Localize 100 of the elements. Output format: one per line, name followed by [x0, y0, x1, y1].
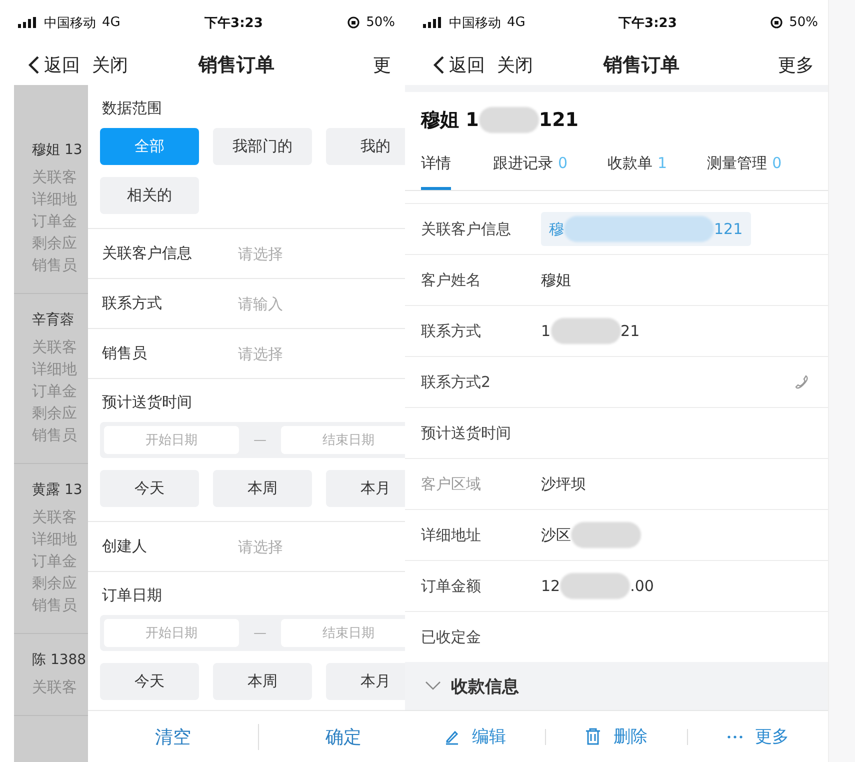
field-label: 订单金额 — [421, 576, 482, 596]
field-label: 关联客户信息 — [102, 244, 193, 263]
order-field: 订单金 — [32, 382, 88, 401]
order-field: 销售员 — [32, 596, 88, 615]
quick-date-button[interactable]: 本周 — [213, 663, 312, 700]
close-button[interactable]: 关闭 — [92, 53, 128, 77]
redaction-blur — [560, 573, 630, 599]
back-button[interactable]: 返回 — [28, 53, 80, 77]
tab[interactable]: 收款单 1 — [608, 136, 668, 190]
field-label: 联系方式2 — [421, 372, 492, 392]
section-header[interactable]: 收款信息 — [405, 662, 828, 710]
quick-date-button[interactable]: 今天 — [100, 470, 199, 507]
order-field: 关联客 — [32, 508, 88, 527]
back-chevron-icon — [28, 55, 40, 75]
carrier-name: 中国移动 — [44, 14, 96, 32]
order-field: 详细地 — [32, 360, 88, 379]
close-button[interactable]: 关闭 — [497, 53, 533, 77]
order-title: 陈 1388 — [32, 651, 88, 669]
start-date-field[interactable]: 开始日期 — [104, 426, 239, 454]
section-label: 订单日期 — [101, 585, 163, 606]
quick-date-button[interactable]: 本周 — [213, 470, 312, 507]
filter-chip[interactable]: 我的 — [326, 128, 405, 165]
order-field: 关联客 — [32, 338, 88, 357]
quick-date-button[interactable]: 今天 — [100, 663, 199, 700]
record-title: 穆姐 1 — [421, 108, 479, 133]
delete-button[interactable]: 删除 — [546, 724, 687, 749]
carrier-name: 中国移动 — [449, 14, 501, 32]
order-field: 剩余应 — [32, 234, 88, 253]
field-value: 穆姐 — [541, 270, 571, 290]
field-value: 121 — [714, 220, 743, 238]
clear-button[interactable]: 清空 — [88, 724, 258, 750]
order-field: 详细地 — [32, 530, 88, 549]
more-button[interactable]: 更多 — [778, 53, 814, 77]
order-title: 辛育蓉 — [32, 311, 75, 329]
order-field: 销售员 — [32, 426, 88, 445]
range-dash: — — [252, 432, 268, 448]
order-field: 订单金 — [32, 212, 88, 231]
field-label: 关联客户信息 — [421, 220, 512, 238]
order-field: 关联客 — [32, 678, 88, 697]
tab[interactable]: 测量管理 0 — [707, 136, 782, 190]
network-type: 4G — [102, 15, 120, 30]
ellipsis-icon — [726, 734, 743, 738]
field-value: 12 — [541, 577, 560, 595]
status-time: 下午3:23 — [618, 14, 678, 32]
signal-icon — [18, 17, 38, 28]
field-value: 1 — [541, 322, 551, 340]
field-label: 联系方式 — [102, 294, 163, 313]
battery-percent: 50% — [366, 15, 395, 30]
field-label: 预计送货时间 — [421, 424, 512, 442]
field-label: 已收定金 — [421, 628, 482, 646]
battery-percent: 50% — [789, 15, 818, 30]
tab[interactable]: 详情 — [421, 136, 451, 190]
field-value: 21 — [620, 322, 640, 340]
quick-date-button[interactable]: 本月 — [326, 470, 405, 507]
order-field: 销售员 — [32, 256, 88, 275]
phone-icon[interactable] — [794, 374, 810, 390]
more-button[interactable]: 更 — [373, 53, 391, 77]
signal-icon — [423, 17, 443, 28]
quick-date-button[interactable]: 本月 — [326, 663, 405, 700]
chevron-icon — [425, 681, 441, 691]
field-value: 沙区 — [541, 526, 571, 544]
order-title: 黄露 13 — [32, 481, 84, 499]
field-label: 客户姓名 — [421, 270, 482, 290]
orientation-lock-icon — [770, 16, 784, 29]
start-date-field[interactable]: 开始日期 — [104, 619, 239, 647]
order-field: 剩余应 — [32, 404, 88, 423]
edit-button[interactable]: 编辑 — [405, 724, 546, 749]
status-time: 下午3:23 — [204, 14, 264, 32]
record-title: 121 — [538, 109, 579, 131]
redaction-blur — [571, 522, 641, 548]
back-button[interactable]: 返回 — [433, 53, 485, 77]
field-value: 穆 — [549, 220, 564, 238]
field-label: 联系方式 — [421, 322, 482, 340]
page-title: 销售订单 — [602, 53, 680, 78]
redaction-blur — [550, 318, 621, 344]
confirm-button[interactable]: 确定 — [258, 724, 405, 750]
field-label: 创建人 — [102, 537, 148, 556]
field-value: 沙坪坝 — [541, 474, 586, 494]
order-title: 穆姐 13 — [32, 141, 84, 159]
pencil-icon — [444, 728, 460, 744]
tab[interactable]: 跟进记录 0 — [493, 136, 568, 190]
more-button[interactable]: 更多 — [688, 724, 828, 749]
order-field: 订单金 — [32, 552, 88, 571]
filter-chip[interactable]: 相关的 — [100, 177, 199, 214]
back-chevron-icon — [433, 55, 445, 75]
field-label: 详细地址 — [421, 526, 482, 544]
field-label: 客户区域 — [421, 474, 482, 494]
filter-chip[interactable]: 我部门的 — [213, 128, 312, 165]
section-label: 预计送货时间 — [101, 392, 193, 413]
orientation-lock-icon — [347, 16, 360, 29]
trash-icon — [585, 728, 602, 745]
end-date-field[interactable]: 结束日期 — [281, 426, 405, 454]
redaction-blur — [478, 107, 539, 133]
end-date-field[interactable]: 结束日期 — [281, 619, 405, 647]
page-title: 销售订单 — [196, 53, 276, 78]
range-dash: — — [252, 626, 268, 640]
order-field: 关联客 — [32, 168, 88, 187]
field-label: 销售员 — [102, 344, 148, 363]
section-label: 数据范围 — [101, 98, 163, 119]
order-field: 详细地 — [32, 190, 88, 209]
